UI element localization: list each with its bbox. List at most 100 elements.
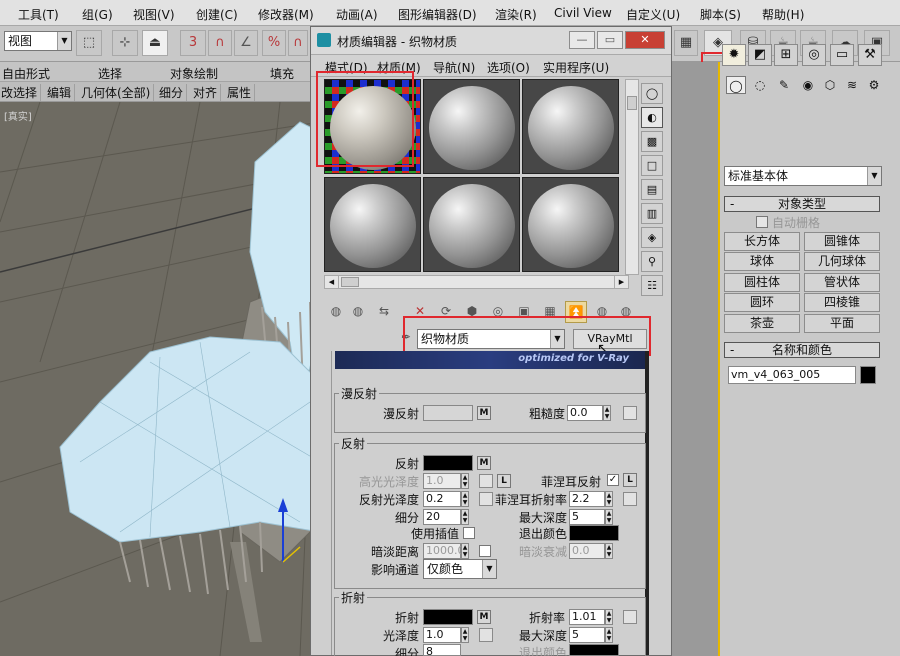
scrollbar-thumb[interactable] <box>341 277 359 287</box>
hilight-gloss-arrows[interactable]: ▲ ▼ <box>461 473 469 489</box>
reflect-subdivs-spinner[interactable]: 20 <box>423 509 461 525</box>
cameras-icon[interactable]: ◉ <box>798 76 818 94</box>
perspective-viewport[interactable]: [真实] <box>0 102 320 656</box>
sphere-button[interactable]: 球体 <box>724 252 800 271</box>
refract-gloss-spinner[interactable]: 1.0 <box>423 627 461 643</box>
box-button[interactable]: 长方体 <box>724 232 800 251</box>
get-material-icon[interactable]: ◍ <box>325 301 347 323</box>
helpers-icon[interactable]: ⬡ <box>820 76 840 94</box>
ribbon-properties[interactable]: 属性 <box>224 84 256 101</box>
lights-icon[interactable]: ✎ <box>774 76 794 94</box>
menu-create[interactable]: 创建(C) <box>196 6 238 23</box>
refract-ior-map-slot[interactable] <box>623 610 637 624</box>
hilight-gloss-spinner[interactable]: 1.0 <box>423 473 461 489</box>
ribbon-align[interactable]: 对齐 <box>190 84 222 101</box>
dim-distance-checkbox[interactable] <box>479 545 491 557</box>
dim-falloff-arrows[interactable]: ▲ ▼ <box>605 543 613 559</box>
create-tab-icon[interactable]: ✹ <box>722 44 746 66</box>
assign-to-selection-icon[interactable]: ⇆ <box>373 301 395 323</box>
uv-tiling-icon[interactable]: □ <box>641 155 663 176</box>
ribbon-modify-selection[interactable]: 改选择 <box>0 84 42 101</box>
use-interp-checkbox[interactable] <box>463 527 475 539</box>
plane-button[interactable]: 平面 <box>804 314 880 333</box>
affect-channels-select[interactable]: 仅颜色 ▼ <box>423 559 497 579</box>
refract-ior-spinner[interactable]: 1.01 <box>569 609 605 625</box>
dim-distance-spinner[interactable]: 1000.0 <box>423 543 465 559</box>
shapes-icon[interactable]: ◌ <box>750 76 770 94</box>
hierarchy-tab-icon[interactable]: ⊞ <box>774 44 798 66</box>
refl-gloss-map-slot[interactable] <box>479 492 493 506</box>
diffuse-map-button[interactable]: M <box>477 406 491 420</box>
refract-subdivs-spinner[interactable]: 8 <box>423 644 461 656</box>
material-slot-4[interactable] <box>324 177 421 272</box>
motion-tab-icon[interactable]: ◎ <box>802 44 826 66</box>
dim-falloff-spinner[interactable]: 0.0 <box>569 543 605 559</box>
menu-animation[interactable]: 动画(A) <box>336 6 378 23</box>
select-region-icon[interactable]: ⏏ <box>142 30 168 56</box>
menu-scripting[interactable]: 脚本(S) <box>700 6 741 23</box>
modify-tab-icon[interactable]: ◩ <box>748 44 772 66</box>
menu-help[interactable]: 帮助(H) <box>762 6 804 23</box>
ribbon-edit[interactable]: 编辑 <box>44 84 76 101</box>
cone-button[interactable]: 圆锥体 <box>804 232 880 251</box>
fresnel-ior-spinner[interactable]: 2.2 <box>569 491 605 507</box>
refract-gloss-map-slot[interactable] <box>479 628 493 642</box>
reflect-max-depth-spinner[interactable]: 5 <box>569 509 605 525</box>
fresnel-ior-map-slot[interactable] <box>623 492 637 506</box>
roughness-spinner[interactable]: 0.0 <box>567 405 603 421</box>
name-color-rollout[interactable]: - 名称和颜色 <box>724 342 880 358</box>
diffuse-color-swatch[interactable] <box>423 405 473 421</box>
pyramid-button[interactable]: 四棱锥 <box>804 293 880 312</box>
viewport-label[interactable]: [真实] <box>4 108 32 123</box>
menu-customize[interactable]: 自定义(U) <box>626 6 680 23</box>
select-filter-icon[interactable]: ⬚ <box>76 30 102 56</box>
category-select[interactable]: 标准基本体 ▼ <box>724 166 882 186</box>
reflect-exit-color-swatch[interactable] <box>569 525 619 541</box>
viewport-select[interactable]: 视图 ▼ <box>4 31 72 51</box>
refract-map-button[interactable]: M <box>477 610 491 624</box>
refract-color-swatch[interactable] <box>423 609 473 625</box>
ribbon-tab-selection[interactable]: 选择 <box>98 65 122 82</box>
minimize-icon[interactable]: — <box>569 31 595 49</box>
spacewarps-icon[interactable]: ≋ <box>842 76 862 94</box>
angle-snap-icon[interactable]: ∩ <box>208 30 232 56</box>
refract-exit-color-swatch[interactable] <box>569 644 619 656</box>
refl-gloss-spinner[interactable]: 0.2 <box>423 491 461 507</box>
fresnel-ior-arrows[interactable]: ▲ ▼ <box>605 491 613 507</box>
slots-vertical-scrollbar[interactable] <box>625 79 639 275</box>
ribbon-geometry-all[interactable]: 几何体(全部) <box>78 84 155 101</box>
maximize-icon[interactable]: ▭ <box>597 31 623 49</box>
options-icon[interactable]: ◈ <box>641 227 663 248</box>
hilight-lock-button[interactable]: L <box>497 474 511 488</box>
snap-3d-button[interactable]: 3 <box>180 30 206 56</box>
sample-type-icon[interactable]: ◯ <box>641 83 663 104</box>
dim-distance-arrows[interactable]: ▲ ▼ <box>461 543 469 559</box>
roughness-spinner-arrows[interactable]: ▲ ▼ <box>603 405 611 421</box>
ribbon-subdivision[interactable]: 细分 <box>156 84 188 101</box>
reflect-map-button[interactable]: M <box>477 456 491 470</box>
close-icon[interactable]: ✕ <box>625 31 665 49</box>
geometry-icon[interactable]: ◯ <box>726 76 746 94</box>
fresnel-checkbox[interactable]: ✓ <box>607 474 619 486</box>
me-menu-utilities[interactable]: 实用程序(U) <box>543 59 609 76</box>
me-menu-options[interactable]: 选项(O) <box>487 59 530 76</box>
geosphere-button[interactable]: 几何球体 <box>804 252 880 271</box>
material-slot-5[interactable] <box>423 177 520 272</box>
reflect-color-swatch[interactable] <box>423 455 473 471</box>
material-editor-titlebar[interactable]: 材质编辑器 - 织物材质 — ▭ ✕ <box>311 27 671 55</box>
slots-horizontal-scrollbar[interactable]: ◀ ▶ <box>324 275 629 289</box>
ribbon-tab-populate[interactable]: 填充 <box>270 65 294 82</box>
autogrid-checkbox[interactable] <box>756 216 768 228</box>
roughness-map-slot[interactable] <box>623 406 637 420</box>
angle-icon[interactable]: ∠ <box>234 30 258 56</box>
fresnel-lock-button[interactable]: L <box>623 473 637 487</box>
toolbar-graph-icon[interactable]: ▦ <box>674 30 698 56</box>
scrollbar-thumb[interactable] <box>627 96 637 110</box>
material-slot-3[interactable] <box>522 79 619 174</box>
hilight-gloss-map-slot[interactable] <box>479 474 493 488</box>
material-slot-2[interactable] <box>423 79 520 174</box>
menu-civil-view[interactable]: Civil View <box>554 6 612 20</box>
menu-group[interactable]: 组(G) <box>82 6 113 23</box>
background-icon[interactable]: ▩ <box>641 131 663 152</box>
material-map-navigator-icon[interactable]: ☷ <box>641 275 663 296</box>
